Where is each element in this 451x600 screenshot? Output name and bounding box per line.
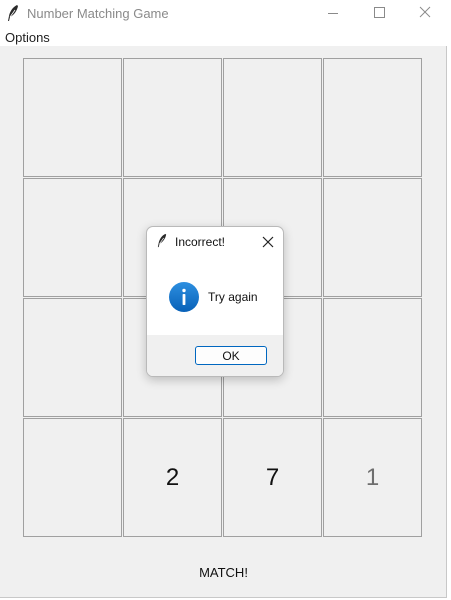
grid-cell[interactable] (323, 298, 422, 417)
maximize-icon (374, 7, 385, 18)
close-icon[interactable] (260, 234, 276, 250)
close-button[interactable] (403, 0, 447, 27)
match-status-label: MATCH! (199, 565, 248, 580)
incorrect-dialog: Incorrect! Try again OK (146, 226, 284, 377)
info-icon (169, 282, 199, 312)
minimize-icon (328, 13, 338, 14)
grid-cell[interactable] (323, 178, 422, 297)
grid-cell[interactable] (23, 418, 122, 537)
dialog-title: Incorrect! (175, 235, 226, 249)
menu-options[interactable]: Options (5, 30, 50, 45)
close-icon (419, 6, 431, 18)
grid-cell[interactable]: 1 (323, 418, 422, 537)
grid-cell[interactable] (123, 58, 222, 177)
minimize-button[interactable] (311, 0, 355, 27)
ok-button[interactable]: OK (195, 346, 267, 365)
app-root: Number Matching Game Options 2 7 1 MATCH… (0, 0, 451, 600)
maximize-button[interactable] (357, 0, 401, 27)
grid-cell[interactable]: 2 (123, 418, 222, 537)
grid-cell[interactable] (323, 58, 422, 177)
menu-bar: Options (0, 27, 447, 46)
feather-icon (157, 233, 167, 248)
dialog-message: Try again (208, 290, 258, 304)
grid-cell[interactable] (23, 178, 122, 297)
grid-cell[interactable]: 7 (223, 418, 322, 537)
title-bar[interactable]: Number Matching Game (0, 0, 447, 27)
window-title: Number Matching Game (27, 6, 169, 21)
grid-cell[interactable] (23, 58, 122, 177)
grid-cell[interactable] (23, 298, 122, 417)
grid-cell[interactable] (223, 58, 322, 177)
dialog-footer: OK (147, 335, 283, 376)
feather-icon (8, 5, 18, 21)
